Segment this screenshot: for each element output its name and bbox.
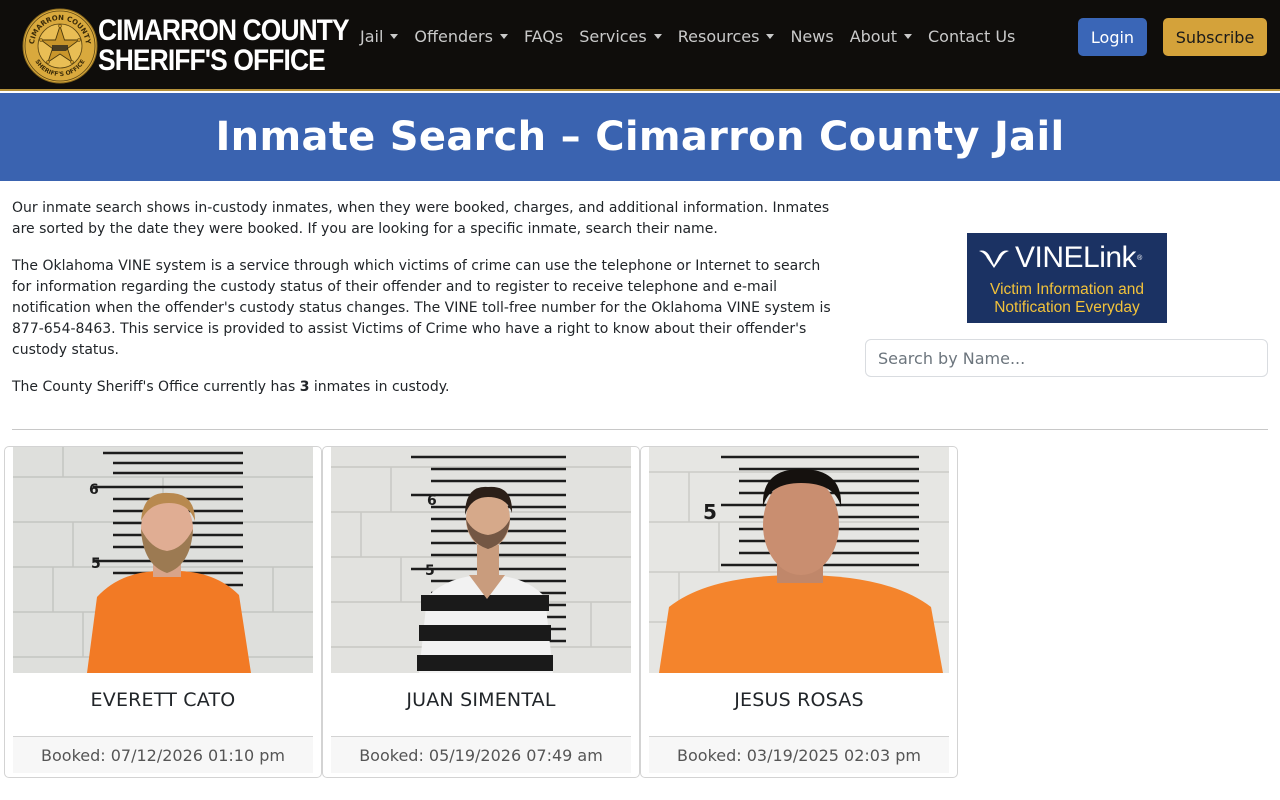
svg-text:5: 5 — [91, 556, 101, 572]
inmate-booked-date: Booked: 07/12/2026 01:10 pm — [13, 736, 313, 773]
chevron-down-icon — [766, 33, 775, 39]
inmate-count: 3 — [299, 379, 310, 395]
vinelink-tagline-line1: Victim Information and — [990, 281, 1144, 298]
page-title: Inmate Search – Cimarron County Jail — [215, 114, 1065, 160]
nav-item-label: FAQs — [523, 26, 564, 46]
page-header-banner: Inmate Search – Cimarron County Jail — [0, 93, 1280, 181]
vinelink-tagline-line2: Notification Everyday — [994, 299, 1140, 316]
brand-title-line1: CIMARRON COUNTY — [98, 14, 350, 47]
svg-text:6: 6 — [89, 482, 99, 498]
vinelink-logo: VINELink ® — [977, 241, 1142, 275]
inmate-mugshot: 5 — [649, 447, 949, 673]
inmate-name: EVERETT CATO — [90, 689, 236, 711]
chevron-down-icon — [499, 33, 508, 39]
nav-item-resources[interactable]: Resources — [678, 27, 775, 46]
brand-logo-link[interactable]: CIMARRON COUNTY SHERIFF'S OFFICE CIMARRO… — [22, 8, 383, 84]
nav-item-about[interactable]: About — [850, 27, 912, 46]
svg-text:6: 6 — [427, 493, 437, 509]
nav-item-news[interactable]: News — [790, 27, 833, 46]
svg-text:5: 5 — [703, 500, 717, 524]
nav-item-services[interactable]: Services — [579, 26, 662, 46]
search-by-name-input[interactable] — [865, 339, 1268, 377]
inmate-card[interactable]: 6 5 JUAN SIMENTAL Booked: 05/19/2026 07:… — [322, 446, 640, 778]
chevron-down-icon — [904, 33, 912, 39]
nav-item-label: Jail — [360, 26, 384, 46]
chevron-down-icon — [653, 33, 662, 39]
subscribe-button[interactable]: Subscribe — [1163, 18, 1267, 56]
navbar: CIMARRON COUNTY SHERIFF'S OFFICE CIMARRO… — [0, 0, 1280, 91]
vine-swoosh-icon — [979, 250, 1009, 268]
svg-text:5: 5 — [425, 563, 435, 579]
vinelink-banner[interactable]: VINELink ® Victim Information and Notific… — [967, 233, 1167, 323]
intro-text: Our inmate search shows in-custody inmat… — [12, 198, 837, 414]
login-button[interactable]: Login — [1078, 18, 1147, 56]
count-prefix: The County Sheriff's Office currently ha… — [12, 379, 300, 395]
nav-item-contact-us[interactable]: Contact Us — [928, 27, 1015, 46]
section-divider — [12, 429, 1268, 430]
nav-item-label: Services — [579, 26, 647, 46]
nav-item-label: Resources — [677, 26, 760, 46]
brand-title-line2: SHERIFF'S OFFICE — [98, 44, 326, 77]
nav-item-jail[interactable]: Jail — [360, 26, 399, 46]
chevron-down-icon — [390, 33, 399, 39]
nav-item-faqs[interactable]: FAQs — [524, 27, 563, 46]
intro-paragraph-2: The Oklahoma VINE system is a service th… — [12, 258, 831, 358]
inmate-mugshot: 6 5 — [13, 447, 313, 673]
inmate-booked-date: Booked: 05/19/2026 07:49 am — [331, 736, 631, 773]
inmate-card[interactable]: 5 JESUS ROSAS Booked: 03/19/2025 02:03 p… — [640, 446, 958, 778]
count-suffix: inmates in custody. — [309, 379, 450, 395]
inmate-count-text: The County Sheriff's Office currently ha… — [12, 377, 837, 398]
inmate-name: JUAN SIMENTAL — [406, 689, 556, 711]
vinelink-tagline: Victim Information and Notification Ever… — [967, 281, 1167, 317]
main-nav: Jail Offenders FAQs Services Resources N… — [352, 24, 1023, 48]
intro-paragraph-1: Our inmate search shows in-custody inmat… — [12, 200, 830, 237]
nav-item-label: About — [849, 26, 897, 46]
nav-item-label: Offenders — [414, 26, 493, 46]
inmate-mugshot: 6 5 — [331, 447, 631, 673]
nav-item-label: News — [790, 26, 834, 46]
nav-item-offenders[interactable]: Offenders — [414, 27, 508, 46]
registered-mark: ® — [1137, 254, 1142, 262]
sheriff-star-badge-icon: CIMARRON COUNTY SHERIFF'S OFFICE — [22, 8, 98, 84]
inmate-name: JESUS ROSAS — [734, 689, 864, 711]
nav-item-label: Contact Us — [928, 26, 1016, 46]
brand-title: CIMARRON COUNTY SHERIFF'S OFFICE — [98, 16, 383, 76]
inmate-card[interactable]: 6 5 EVERETT CATO Booked: 07/12/2026 01:1… — [4, 446, 322, 778]
vinelink-logo-text: VINELink — [1015, 241, 1137, 274]
inmate-booked-date: Booked: 03/19/2025 02:03 pm — [649, 736, 949, 773]
